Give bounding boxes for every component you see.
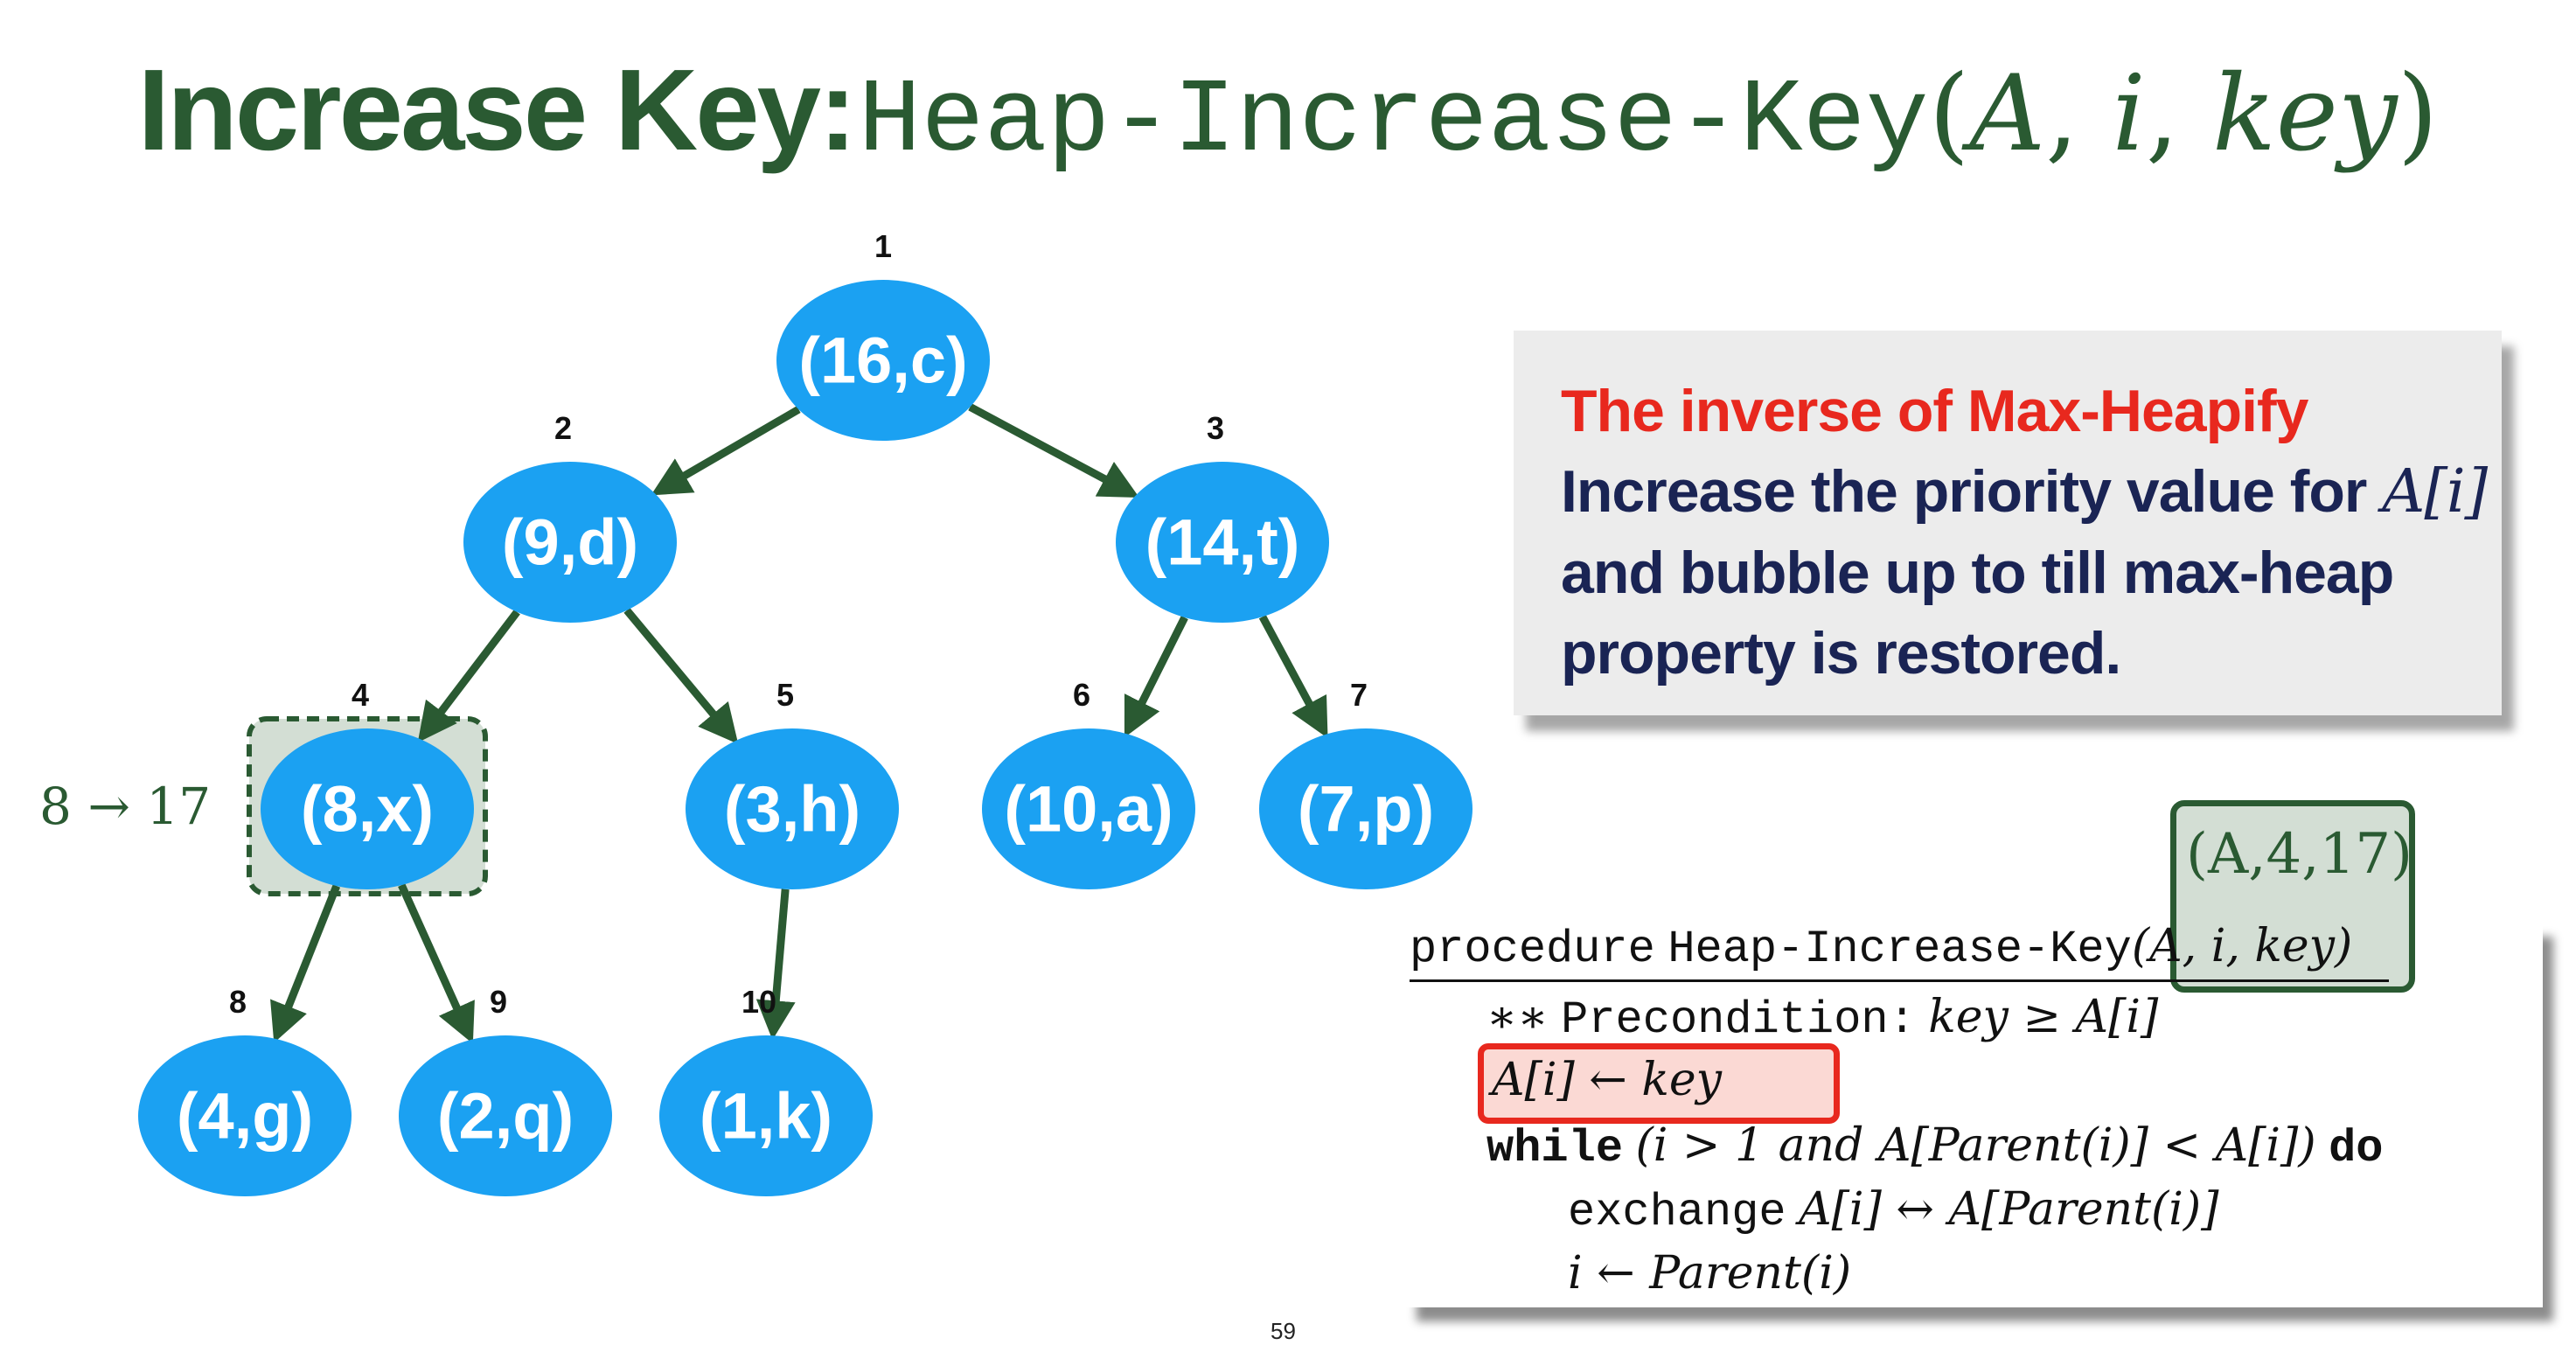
- heap-node-label-6: (10,a): [1004, 773, 1173, 846]
- page-number: 59: [1271, 1318, 1296, 1344]
- heap-node-label-10: (1,k): [700, 1080, 832, 1153]
- edge-1-3: [968, 403, 1139, 498]
- precondition-line: ∗∗ Precondition: key ≥ A[i]: [1486, 991, 2159, 1046]
- heap-index-3: 3: [1207, 410, 1224, 446]
- call-args-text: (A,4,17): [2186, 822, 2412, 887]
- edge-1-2: [651, 406, 801, 496]
- heap-node-label-5: (3,h): [724, 773, 860, 846]
- edge-4-8: [270, 884, 341, 1043]
- while-line: while (i > 1 and A[Parent(i)] < A[i]) do: [1486, 1119, 2384, 1174]
- callout-line-2: and bubble up to till max-heap: [1561, 540, 2394, 606]
- edge-2-5: [623, 608, 739, 744]
- callout-line-3: property is restored.: [1561, 620, 2121, 686]
- heap-node-label-3: (14,t): [1145, 506, 1300, 579]
- assignment-line: A[i] ← key: [1492, 1054, 1723, 1106]
- heap-index-9: 9: [490, 984, 507, 1020]
- callout-math: A[i]: [2382, 457, 2488, 526]
- heap-index-10: 10: [741, 984, 776, 1020]
- procedure-name: Heap-Increase-Key: [1667, 923, 2132, 975]
- heap-node-label-7: (7,p): [1298, 773, 1434, 846]
- heap-node-label-1: (16,c): [798, 324, 967, 397]
- callout-box: The inverse of Max-Heapify Increase the …: [1514, 331, 2502, 715]
- exchange-line: exchange A[i] ↔ A[Parent(i)]: [1568, 1183, 2219, 1238]
- edge-3-6: [1124, 616, 1188, 738]
- heap-index-4: 4: [352, 677, 369, 713]
- heap-index-7: 7: [1350, 677, 1368, 713]
- heap-index-1: 1: [874, 228, 892, 264]
- heap-index-6: 6: [1073, 677, 1090, 713]
- heap-index-8: 8: [229, 984, 247, 1020]
- procedure-args: (A, i, key): [2131, 920, 2353, 972]
- update-line: i ← Parent(i): [1568, 1247, 1852, 1300]
- key-change-note: 8 → 17: [39, 777, 212, 836]
- procedure-line: procedure Heap-Increase-Key(A, i, key): [1410, 920, 2353, 975]
- edge-4-9: [398, 883, 475, 1044]
- callout-heading: The inverse of Max-Heapify: [1561, 378, 2308, 444]
- procedure-underline: [1410, 979, 2389, 982]
- heap-node-label-8: (4,g): [177, 1080, 313, 1153]
- heap-node-label-9: (2,q): [437, 1080, 574, 1153]
- edge-3-7: [1258, 615, 1328, 739]
- heap-node-label-4: (8,x): [301, 773, 434, 846]
- heap-index-2: 2: [554, 410, 572, 446]
- heap-node-label-2: (9,d): [502, 506, 638, 579]
- callout-line-1: Increase the priority value for A[i]: [1561, 457, 2488, 526]
- heap-index-5: 5: [776, 677, 794, 713]
